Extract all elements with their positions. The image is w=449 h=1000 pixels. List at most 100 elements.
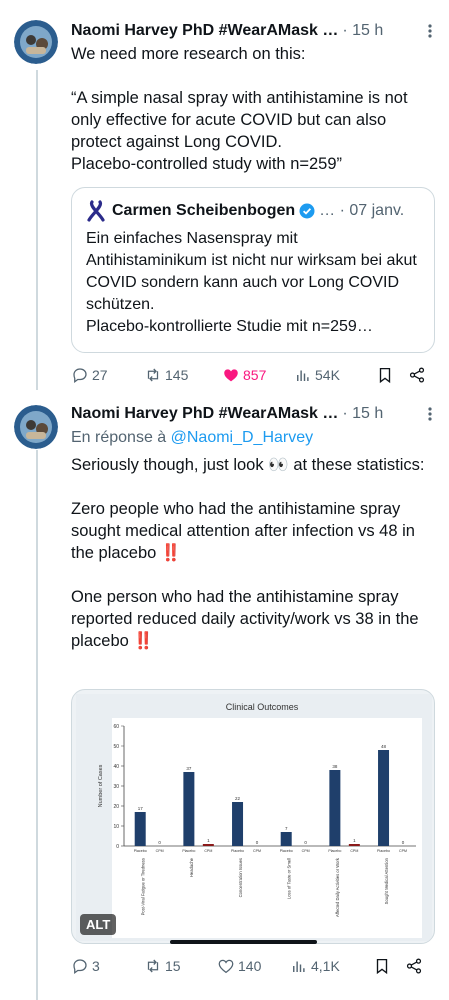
retweet-icon: [147, 959, 159, 973]
bookmark-button[interactable]: [376, 366, 408, 384]
group-label: Placebo: [328, 849, 341, 853]
like-button[interactable]: 140: [217, 957, 290, 975]
share-button[interactable]: [408, 366, 426, 384]
tweet-header: Naomi Harvey PhD #WearAMask … · 15 h: [71, 403, 439, 425]
retweet-button[interactable]: 15: [144, 957, 217, 975]
views-count: 4,1K: [311, 958, 340, 974]
bar-value-label: 38: [332, 764, 338, 769]
timestamp[interactable]: · 15 h: [342, 22, 383, 40]
like-count: 140: [238, 958, 262, 974]
bar-value-label: 17: [138, 806, 144, 811]
reply-icon: [73, 959, 87, 975]
y-tick-label: 50: [113, 744, 119, 750]
quote-header: Carmen Scheibenbogen … · 07 janv.: [86, 200, 422, 222]
action-bar: 27 145 857 54K: [71, 363, 435, 387]
quote-author[interactable]: Carmen Scheibenbogen: [112, 202, 295, 220]
retweet-button[interactable]: 145: [144, 366, 222, 384]
tweet-1[interactable]: Naomi Harvey PhD #WearAMask … · 15 h We …: [0, 0, 449, 392]
tweet-paragraph: Zero people who had the antihistamine sp…: [71, 500, 415, 562]
group-label: CPM: [350, 849, 358, 853]
reply-count: 27: [92, 367, 108, 383]
chart-title: Clinical Outcomes: [226, 702, 299, 712]
alt-badge[interactable]: ALT: [80, 914, 117, 935]
category-label: Loss of Taste or Smell: [286, 858, 291, 899]
tweet-paragraph: One person who had the antihistamine spr…: [71, 588, 419, 650]
bar-cpm: [348, 844, 360, 846]
scroll-indicator[interactable]: [170, 940, 317, 944]
reply-icon: [73, 368, 87, 384]
tweet-paragraph: Seriously though, just look 👀 at these s…: [71, 456, 425, 474]
category-label: Post-Viral Fatigue or Tiredness: [140, 858, 145, 915]
author-name[interactable]: Naomi Harvey PhD #WearAMask …: [71, 405, 338, 423]
heart-icon: [224, 369, 238, 382]
views-icon: [293, 961, 305, 972]
reply-count: 3: [92, 958, 100, 974]
tweet-2[interactable]: Naomi Harvey PhD #WearAMask … · 15 h En …: [0, 392, 449, 1000]
share-button[interactable]: [405, 957, 423, 975]
y-axis-label: Number of Cases: [98, 764, 104, 807]
heart-outline-icon: [218, 959, 234, 974]
tweet-paragraph: “A simple nasal spray with antihistamine…: [71, 89, 408, 173]
quote-text: Ein einfaches Nasenspray mit Antihistami…: [86, 230, 417, 335]
views-button[interactable]: 54K: [294, 366, 376, 384]
y-tick-label: 10: [113, 824, 119, 830]
category-label: Affected Daily Activities or Work: [335, 857, 340, 917]
bar-placebo: [134, 812, 146, 846]
retweet-icon: [147, 368, 159, 382]
y-tick-label: 60: [113, 724, 119, 730]
group-label: Placebo: [231, 849, 244, 853]
group-label: CPM: [156, 849, 164, 853]
bookmark-button[interactable]: [373, 957, 405, 975]
reply-to-link[interactable]: @Naomi_D_Harvey: [171, 429, 314, 446]
y-tick-label: 40: [113, 764, 119, 770]
category-label: Headache: [189, 857, 194, 877]
verified-icon: [299, 203, 315, 219]
bar-placebo: [183, 772, 195, 846]
retweet-count: 145: [165, 367, 189, 383]
chart-image[interactable]: Clinical Outcomes 0 10 20 30 40 50 60 Number of…: [71, 689, 435, 944]
views-button[interactable]: 4,1K: [290, 957, 373, 975]
more-icon[interactable]: [421, 403, 439, 425]
bar-placebo: [378, 750, 390, 846]
group-label: Placebo: [280, 849, 293, 853]
reply-context: En réponse à @Naomi_D_Harvey: [71, 427, 437, 449]
share-icon: [409, 367, 425, 383]
group-label: CPM: [253, 849, 261, 853]
tweet-text: We need more research on this: “A simple…: [71, 43, 437, 175]
tweet-paragraph: We need more research on this:: [71, 45, 306, 63]
y-tick-label: 0: [116, 844, 119, 850]
bar-cpm: [202, 844, 214, 846]
like-button[interactable]: 857: [222, 366, 294, 384]
tweet-header: Naomi Harvey PhD #WearAMask … · 15 h: [71, 20, 439, 42]
bar-value-label: 48: [381, 744, 387, 749]
avatar[interactable]: [14, 405, 58, 449]
y-tick-label: 20: [113, 804, 119, 810]
group-label: CPM: [204, 849, 212, 853]
bookmark-icon: [379, 367, 391, 384]
quote-timestamp[interactable]: … · 07 janv.: [319, 202, 404, 220]
reply-prefix: En réponse à: [71, 429, 171, 446]
avatar[interactable]: [14, 20, 58, 64]
like-count: 857: [243, 367, 267, 383]
timestamp[interactable]: · 15 h: [342, 405, 383, 423]
retweet-count: 15: [165, 958, 181, 974]
quoted-tweet[interactable]: Carmen Scheibenbogen … · 07 janv. Ein ei…: [71, 187, 435, 353]
bar-placebo: [280, 832, 292, 846]
action-bar: 3 15 140 4,1K: [71, 954, 435, 978]
reply-button[interactable]: 27: [71, 366, 144, 384]
group-label: CPM: [302, 849, 310, 853]
tweet-text: Seriously though, just look 👀 at these s…: [71, 454, 437, 652]
clinical-outcomes-chart: Clinical Outcomes 0 10 20 30 40 50 60 Number of…: [76, 694, 432, 941]
category-label: Concentration Issues: [238, 858, 243, 897]
bar-placebo: [232, 802, 244, 846]
more-icon[interactable]: [421, 20, 439, 42]
views-count: 54K: [315, 367, 340, 383]
group-label: Placebo: [182, 849, 195, 853]
author-name[interactable]: Naomi Harvey PhD #WearAMask …: [71, 22, 338, 40]
bar-placebo: [329, 770, 341, 846]
ribbon-icon: [86, 200, 106, 222]
bar-value-label: 37: [186, 766, 192, 771]
y-tick-label: 30: [113, 784, 119, 790]
reply-button[interactable]: 3: [71, 957, 144, 975]
share-icon: [406, 958, 422, 974]
